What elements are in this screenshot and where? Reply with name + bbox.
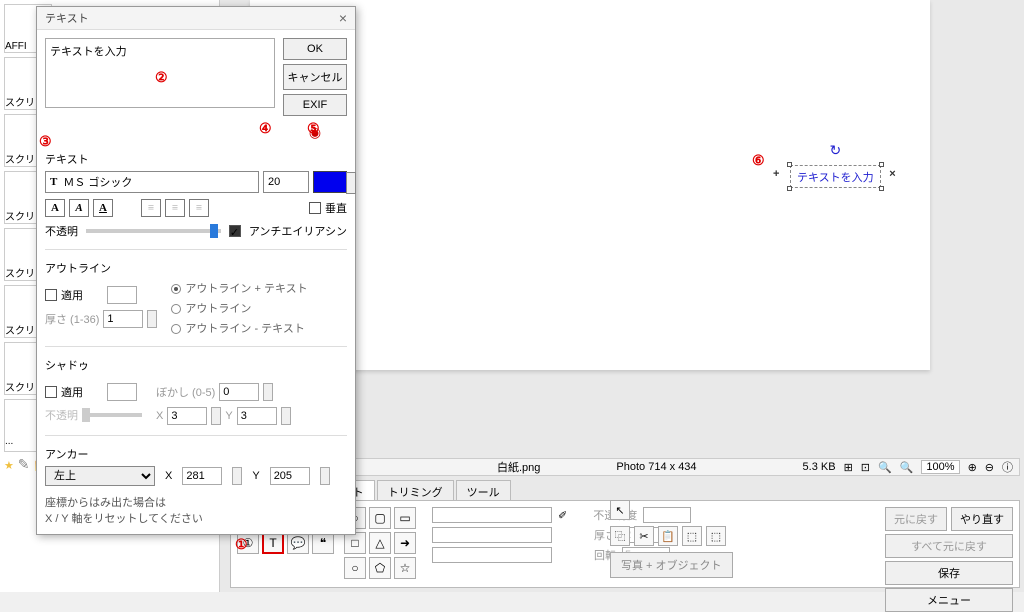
copy-icon[interactable]: ⿻ xyxy=(610,526,630,546)
dialog-title: テキスト xyxy=(45,10,339,26)
shadow-x-input[interactable] xyxy=(167,407,207,425)
cancel-button[interactable]: キャンセル xyxy=(283,64,347,90)
fit-icon[interactable]: ⊡ xyxy=(861,461,870,474)
text-dialog: テキスト × テキストを入力 OK キャンセル EXIF ◉ ② テキスト ③ … xyxy=(36,6,356,535)
shape-rect-icon[interactable]: ▢ xyxy=(369,507,391,529)
status-size: 5.3 KB xyxy=(803,461,836,473)
outline-title: アウトライン xyxy=(45,260,347,276)
color-swatch-2[interactable] xyxy=(432,527,552,543)
shadow-opacity-slider[interactable] xyxy=(82,413,142,417)
font-size-input[interactable] xyxy=(263,171,309,193)
annotation-5: ⑤ xyxy=(307,120,320,137)
text-object[interactable]: ↻ + テキストを入力 × xyxy=(790,165,881,188)
opacity-label: 不透明 xyxy=(45,223,78,239)
shape-roundrect-icon[interactable]: ▭ xyxy=(394,507,416,529)
annotation-1: ① xyxy=(235,536,248,553)
shadow-title: シャドゥ xyxy=(45,357,347,373)
outline-color[interactable] xyxy=(107,286,137,304)
underline-icon[interactable]: A xyxy=(93,199,113,217)
back-icon[interactable]: ⬚ xyxy=(706,526,726,546)
annotation-4: ④ xyxy=(259,120,272,137)
shape-hexagon-icon[interactable]: ○ xyxy=(344,557,366,579)
shape-square-icon[interactable]: □ xyxy=(344,532,366,554)
grid-icon[interactable]: ⊞ xyxy=(844,461,853,474)
shape-arrow-icon[interactable]: ➜ xyxy=(394,532,416,554)
align-left-icon[interactable]: ≡ xyxy=(141,199,161,217)
photo-object-button[interactable]: 写真 + オブジェクト xyxy=(610,552,733,578)
anchor-note: 座標からはみ出た場合は X / Y 軸をリセットしてください xyxy=(45,494,347,526)
anchor-x-input[interactable] xyxy=(182,467,222,485)
bold-icon[interactable]: A xyxy=(45,199,65,217)
redo-button[interactable]: やり直す xyxy=(951,507,1013,531)
extra-buttons: ↖ ⿻ ✂ 📋 ⬚ ⬚ 写真 + オブジェクト xyxy=(610,500,733,578)
info-icon[interactable]: ⓘ xyxy=(1002,459,1013,475)
vertical-label: 垂直 xyxy=(325,200,347,216)
eyedropper-icon[interactable]: ✐ xyxy=(558,509,567,522)
text-object-content: テキストを入力 xyxy=(797,172,874,184)
delete-icon[interactable]: × xyxy=(889,168,895,180)
front-icon[interactable]: ⬚ xyxy=(682,526,702,546)
status-dimensions: Photo 714 x 434 xyxy=(616,461,696,473)
anchor-title: アンカー xyxy=(45,446,347,462)
color-swatch-3[interactable] xyxy=(432,547,552,563)
undo-button[interactable]: 元に戻す xyxy=(885,507,947,531)
exif-button[interactable]: EXIF xyxy=(283,94,347,116)
cut-icon[interactable]: ✂ xyxy=(634,526,654,546)
annotation-2: ② xyxy=(155,69,168,86)
anchor-y-input[interactable] xyxy=(270,467,310,485)
zoom-in-icon[interactable]: 🔍 xyxy=(900,461,914,474)
actual-icon[interactable]: 🔍 xyxy=(878,461,892,474)
font-select[interactable]: TＭＳ ゴシック xyxy=(45,171,259,193)
color-swatch[interactable] xyxy=(432,507,552,523)
shadow-blur-label: ぼかし (0-5) xyxy=(156,384,215,400)
paste-icon[interactable]: 📋 xyxy=(658,526,678,546)
close-icon[interactable]: × xyxy=(339,10,347,26)
outline-mode-2[interactable] xyxy=(171,304,181,314)
outline-mode-1[interactable] xyxy=(171,284,181,294)
zoom-in-icon[interactable]: ⊕ xyxy=(968,461,977,474)
tool-quote-icon[interactable]: ❝ xyxy=(312,532,334,554)
italic-icon[interactable]: A xyxy=(69,199,89,217)
pointer-icon[interactable]: ↖ xyxy=(610,500,630,520)
shadow-blur-input[interactable] xyxy=(219,383,259,401)
shadow-opacity-label: 不透明 xyxy=(45,407,78,423)
anchor-select[interactable]: 左上 xyxy=(45,466,155,486)
antialias-checkbox[interactable]: ✓ xyxy=(229,225,241,237)
ok-button[interactable]: OK xyxy=(283,38,347,60)
add-icon[interactable]: + xyxy=(773,168,779,180)
antialias-label: アンチエイリアシン xyxy=(249,223,347,239)
status-filename: 白紙.png xyxy=(497,459,540,475)
zoom-out-icon[interactable]: ⊖ xyxy=(985,461,994,474)
shadow-color[interactable] xyxy=(107,383,137,401)
tool-text-icon[interactable]: T xyxy=(262,532,284,554)
zoom-value[interactable]: 100% xyxy=(921,460,959,474)
outline-mode-3[interactable] xyxy=(171,324,181,334)
outline-apply-checkbox[interactable] xyxy=(45,289,57,301)
save-button[interactable]: 保存 xyxy=(885,561,1013,585)
text-color-button[interactable] xyxy=(313,171,347,193)
align-center-icon[interactable]: ≡ xyxy=(165,199,185,217)
undo-all-button[interactable]: すべて元に戻す xyxy=(885,534,1013,558)
vertical-checkbox[interactable] xyxy=(309,202,321,214)
annotation-3: ③ xyxy=(39,133,52,150)
shape-triangle-icon[interactable]: △ xyxy=(369,532,391,554)
shadow-apply-checkbox[interactable] xyxy=(45,386,57,398)
text-section-label: テキスト xyxy=(45,151,347,167)
annotation-6: ⑥ xyxy=(752,152,765,169)
opacity-slider[interactable] xyxy=(86,229,221,233)
rotate-icon[interactable]: ↻ xyxy=(829,142,841,159)
outline-thickness-label: 厚さ (1-36) xyxy=(45,311,99,327)
align-right-icon[interactable]: ≡ xyxy=(189,199,209,217)
tool-speech-icon[interactable]: 💬 xyxy=(287,532,309,554)
shape-pentagon-icon[interactable]: ⬠ xyxy=(369,557,391,579)
shadow-y-input[interactable] xyxy=(237,407,277,425)
shape-star-icon[interactable]: ☆ xyxy=(394,557,416,579)
outline-thickness-input[interactable] xyxy=(103,310,143,328)
